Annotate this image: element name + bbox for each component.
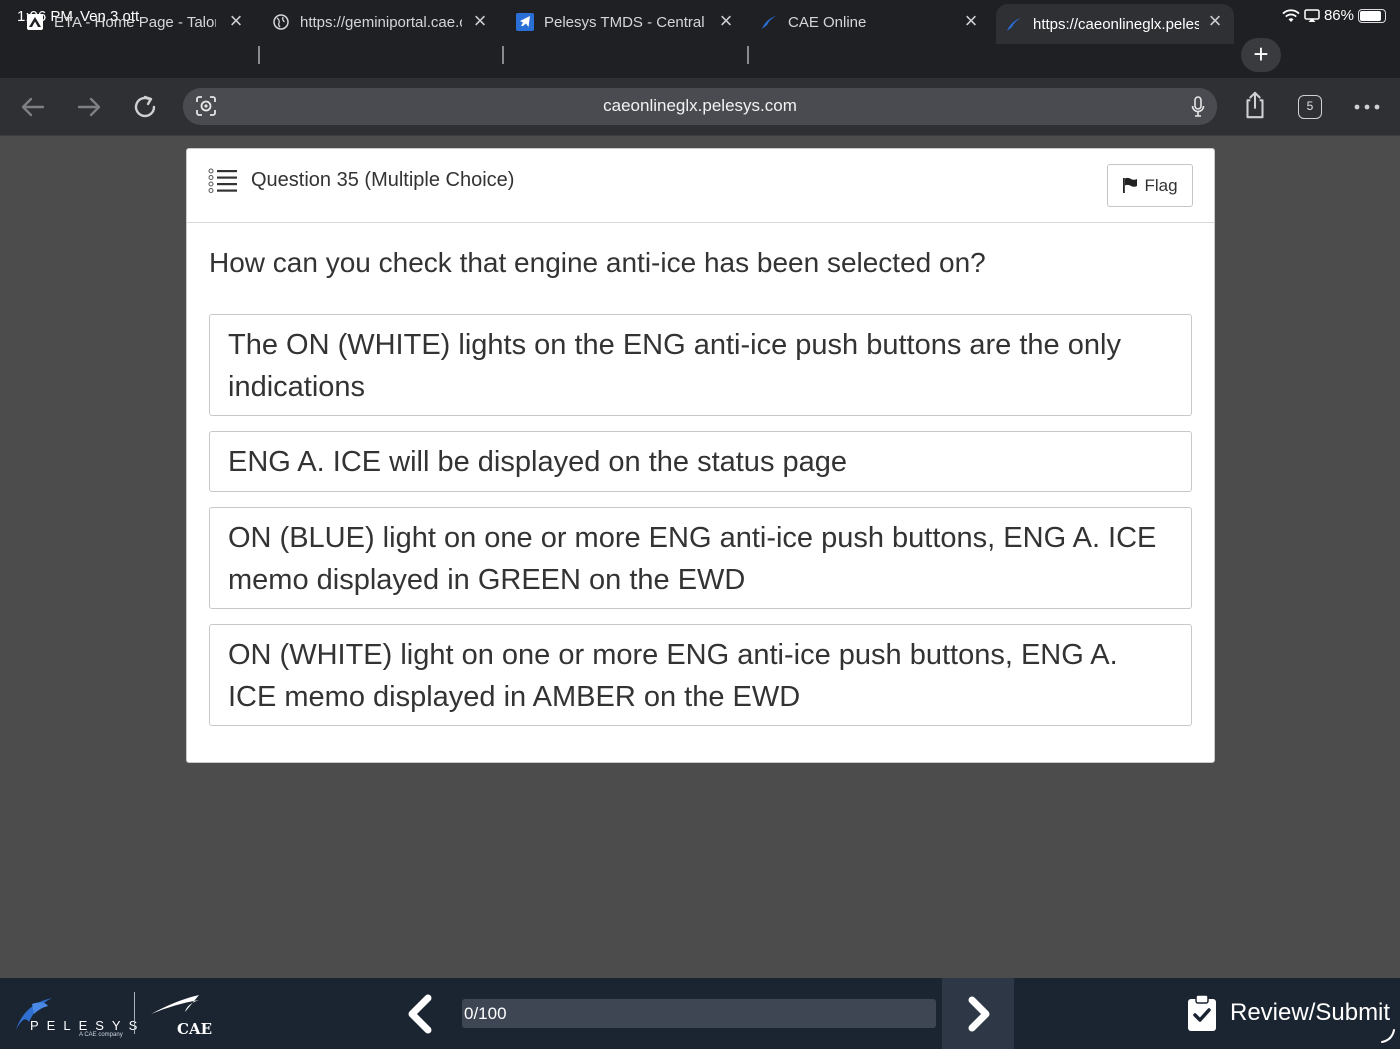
question-card: Question 35 (Multiple Choice) Flag How c… (186, 148, 1215, 763)
tab-separator (502, 46, 504, 64)
reload-icon[interactable] (130, 92, 160, 122)
new-tab-button[interactable]: + (1241, 38, 1281, 72)
tab-title: CAE Online (788, 13, 867, 31)
clipboard-check-icon[interactable] (1187, 994, 1217, 1032)
battery-icon (1358, 8, 1386, 23)
globe-icon (273, 14, 289, 30)
answer-option[interactable]: ENG A. ICE will be displayed on the stat… (209, 431, 1192, 492)
tab-overview-button[interactable]: 5 (1298, 95, 1322, 119)
close-icon[interactable]: × (470, 10, 490, 32)
pelesys-tagline: A CAE company (79, 1032, 123, 1038)
close-icon[interactable]: × (961, 10, 981, 32)
previous-question-button[interactable] (398, 994, 442, 1034)
tab-gemini-portal[interactable]: https://geminiportal.cae.com × (272, 4, 490, 40)
flag-button[interactable]: Flag (1107, 164, 1193, 207)
tab-eta-home[interactable]: ETA - Home Page - Talon × (26, 4, 246, 40)
answer-option[interactable]: ON (WHITE) light on one or more ENG anti… (209, 624, 1192, 726)
tab-title: ETA - Home Page - Talon (54, 13, 216, 31)
url-text: caeonlineglx.pelesys.com (603, 96, 797, 115)
close-icon[interactable]: × (1205, 10, 1225, 32)
chevron-right-icon (968, 996, 990, 1032)
cae-wordmark: CAE (177, 1020, 213, 1038)
tab-cae-online[interactable]: CAE Online × (760, 4, 981, 40)
status-indicators: 86% (1282, 7, 1386, 24)
more-menu-icon[interactable] (1352, 92, 1382, 122)
flag-icon (1123, 177, 1138, 193)
screen-mirror-icon (1304, 8, 1320, 22)
close-icon[interactable]: × (226, 10, 246, 32)
address-bar[interactable]: caeonlineglx.pelesys.com (183, 88, 1217, 125)
review-submit-button[interactable]: Review/Submit (1230, 999, 1390, 1027)
pelesys-wordmark: PELESYS (30, 1018, 146, 1033)
progress-bar: 0/100 (462, 999, 936, 1028)
question-header: Question 35 (Multiple Choice) Flag (187, 149, 1214, 223)
pelesys-icon (1007, 18, 1021, 31)
battery-percent: 86% (1323, 7, 1354, 24)
close-icon[interactable]: × (716, 10, 736, 32)
tab-separator (258, 46, 260, 64)
tab-caeonlineglx[interactable]: https://caeonlineglx.pelesys.com × (996, 4, 1234, 44)
question-title: Question 35 (Multiple Choice) (251, 169, 515, 191)
resize-handle-icon (1381, 1029, 1395, 1043)
tab-title: https://geminiportal.cae.com (300, 13, 462, 31)
wifi-icon (1282, 8, 1300, 22)
question-text: How can you check that engine anti-ice h… (209, 247, 986, 278)
eta-icon (27, 14, 43, 30)
answer-option[interactable]: ON (BLUE) light on one or more ENG anti-… (209, 507, 1192, 609)
browser-toolbar: caeonlineglx.pelesys.com 5 (0, 78, 1400, 136)
progress-label: 0/100 (464, 1004, 507, 1023)
tab-separator (747, 46, 749, 64)
plane-icon (516, 13, 534, 31)
forward-arrow-icon[interactable] (74, 92, 104, 122)
tab-pelesys-tmds[interactable]: Pelesys TMDS - Central × (516, 4, 736, 40)
tab-title: Pelesys TMDS - Central (544, 13, 705, 31)
microphone-icon[interactable] (1191, 96, 1205, 118)
exam-bottom-bar: PELESYS A CAE company CAE 0/100 Review/S… (0, 978, 1400, 1049)
answer-option[interactable]: The ON (WHITE) lights on the ENG anti-ic… (209, 314, 1192, 416)
question-list-icon[interactable] (208, 168, 238, 194)
back-arrow-icon[interactable] (18, 92, 48, 122)
pelesys-icon (762, 16, 776, 29)
logo-divider (134, 992, 135, 1034)
flag-label: Flag (1144, 175, 1178, 195)
tab-title: https://caeonlineglx.pelesys.com (1033, 15, 1199, 33)
share-icon[interactable] (1240, 90, 1270, 120)
next-question-button[interactable] (942, 978, 1014, 1049)
